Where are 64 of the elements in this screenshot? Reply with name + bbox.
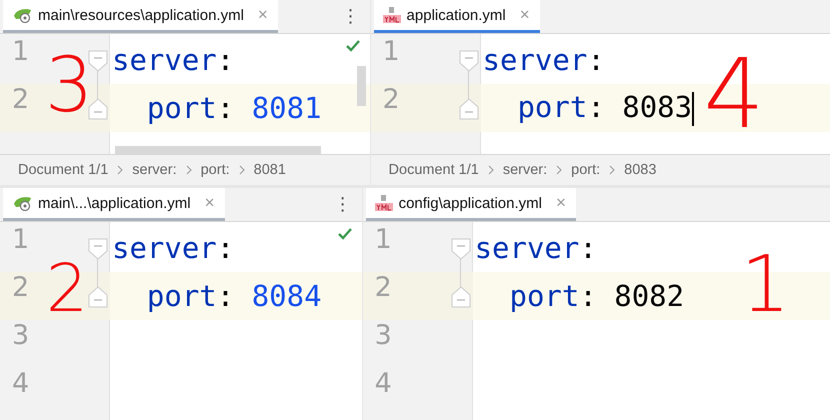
chevron-icon bbox=[238, 165, 245, 175]
chevron-icon bbox=[488, 165, 494, 175]
code-line: port: 8081 bbox=[146, 91, 322, 125]
breadcrumb-item[interactable]: 8081 bbox=[254, 162, 286, 178]
breadcrumb-item[interactable]: server: bbox=[132, 162, 177, 178]
fold-icon[interactable] bbox=[450, 238, 471, 260]
chevron-icon bbox=[609, 165, 616, 175]
fold-icon[interactable] bbox=[88, 238, 108, 260]
line-number: 1 bbox=[11, 224, 30, 257]
code-line: server: bbox=[482, 43, 605, 77]
handwritten-number: 1 bbox=[740, 256, 790, 314]
close-icon[interactable]: × bbox=[556, 193, 566, 213]
close-icon[interactable]: × bbox=[204, 193, 215, 213]
close-icon[interactable]: × bbox=[520, 5, 530, 25]
unfold-icon[interactable] bbox=[88, 98, 108, 120]
line-number: 2 bbox=[11, 84, 30, 117]
code-line: server: bbox=[474, 231, 597, 265]
breadcrumb-item[interactable]: 8083 bbox=[624, 162, 656, 178]
file-tab[interactable]: config\application.yml × bbox=[366, 188, 576, 221]
code-line: port: 8084 bbox=[146, 279, 322, 313]
code-line: server: bbox=[111, 231, 234, 265]
scrollbar-thumb[interactable] bbox=[356, 66, 366, 106]
check-icon[interactable] bbox=[338, 228, 352, 240]
unfold-icon[interactable] bbox=[88, 286, 108, 308]
handwritten-number: 2 bbox=[46, 264, 88, 314]
line-number: 4 bbox=[374, 368, 392, 401]
more-menu-button[interactable]: ⋮ bbox=[340, 6, 362, 27]
line-number: 1 bbox=[11, 36, 30, 69]
leaf-gear-icon bbox=[12, 195, 32, 211]
file-tab[interactable]: application.yml × bbox=[374, 0, 540, 33]
unfold-icon[interactable] bbox=[458, 98, 479, 120]
breadcrumb-item[interactable]: Document 1/1 bbox=[388, 162, 479, 178]
chevron-icon bbox=[556, 165, 562, 175]
yml-file-icon bbox=[374, 194, 393, 212]
line-number: 3 bbox=[11, 320, 30, 353]
handwritten-number: 3 bbox=[45, 56, 94, 113]
unfold-icon[interactable] bbox=[450, 286, 471, 308]
line-number: 3 bbox=[374, 320, 392, 353]
code-line: port: 8083 bbox=[480, 90, 694, 126]
yml-file-icon bbox=[382, 6, 401, 24]
chevron-icon bbox=[186, 165, 192, 175]
breadcrumb-item[interactable]: port: bbox=[200, 162, 230, 178]
file-tab[interactable]: main\...\application.yml × bbox=[3, 188, 225, 221]
file-tab[interactable]: main\resources\application.yml × bbox=[3, 0, 278, 33]
line-number: 1 bbox=[374, 224, 392, 257]
check-icon[interactable] bbox=[346, 40, 360, 52]
line-number: 4 bbox=[11, 368, 30, 401]
chevron-icon bbox=[117, 165, 124, 175]
handwritten-number: 4 bbox=[704, 58, 765, 130]
scrollbar-thumb[interactable] bbox=[115, 146, 321, 154]
fold-icon[interactable] bbox=[458, 50, 479, 72]
close-icon[interactable]: × bbox=[258, 5, 268, 25]
line-number: 2 bbox=[374, 272, 392, 305]
line-number: 2 bbox=[11, 272, 30, 305]
breadcrumb-item[interactable]: server: bbox=[502, 162, 548, 178]
breadcrumb-item[interactable]: Document 1/1 bbox=[18, 162, 108, 178]
line-number: 2 bbox=[382, 84, 400, 117]
code-line: server: bbox=[111, 43, 234, 77]
code-line: port: 8082 bbox=[508, 279, 684, 313]
more-menu-button[interactable]: ⋮ bbox=[332, 194, 354, 215]
fold-icon[interactable] bbox=[88, 50, 108, 72]
line-number: 1 bbox=[382, 36, 400, 69]
breadcrumb-item[interactable]: port: bbox=[571, 162, 600, 178]
leaf-gear-icon bbox=[12, 7, 32, 23]
